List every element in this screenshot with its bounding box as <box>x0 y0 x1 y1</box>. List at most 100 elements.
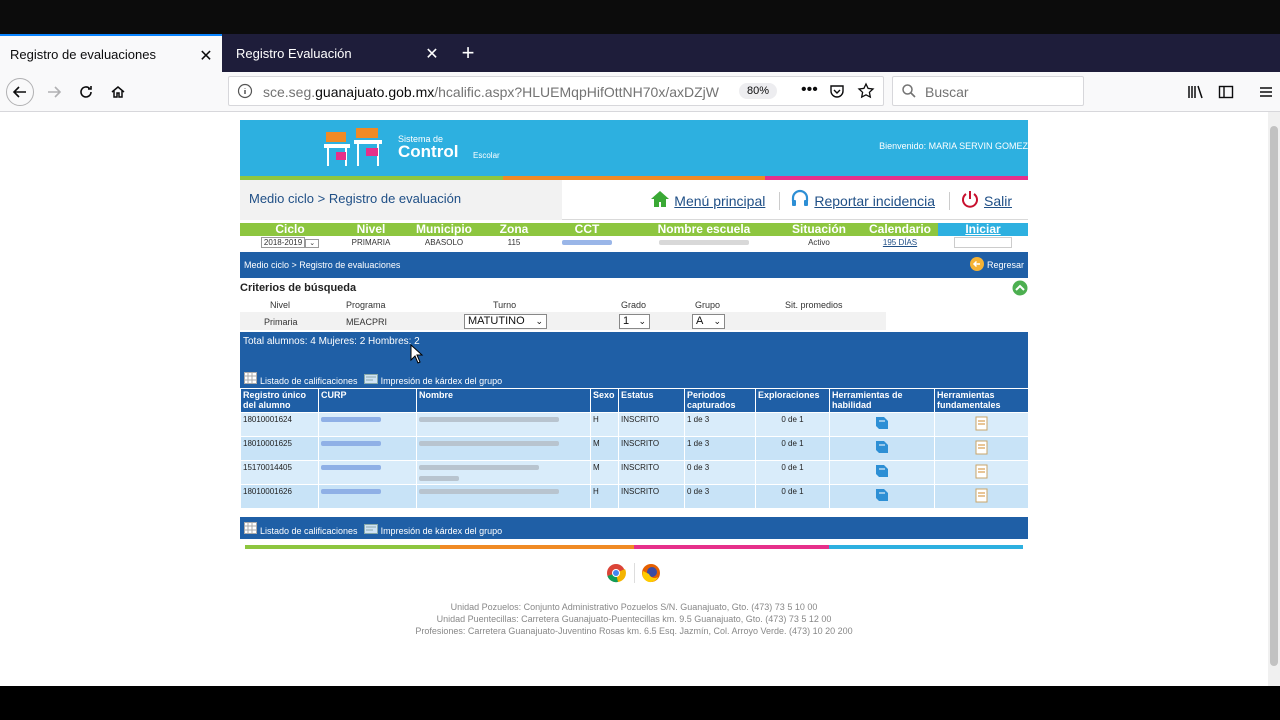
library-icon[interactable] <box>1182 78 1210 106</box>
ciclo-select[interactable]: 2018-2019 ⌄ <box>240 236 340 249</box>
back-link[interactable]: Regresar <box>969 257 1024 273</box>
info-icon[interactable] <box>237 83 253 104</box>
home-icon[interactable] <box>104 78 132 106</box>
start-link[interactable]: Iniciar <box>938 223 1028 236</box>
tab-registro-evaluacion[interactable]: Registro Evaluación ✕ <box>226 34 448 72</box>
main-menu-link[interactable]: Menú principal <box>674 193 765 209</box>
search-icon <box>901 83 917 104</box>
back-arrow-icon[interactable] <box>6 78 34 106</box>
collapse-up-icon[interactable] <box>1012 280 1028 301</box>
exit-link[interactable]: Salir <box>984 193 1012 209</box>
home-green-icon[interactable] <box>650 190 670 211</box>
fundamentals-tool-icon[interactable] <box>934 460 1029 485</box>
footer-line: Unidad Pozuelos: Conjunto Administrativo… <box>450 602 818 612</box>
periodos-cell: 1 de 3 <box>684 412 756 437</box>
col-habilidad: Herramientas de habilidad <box>829 388 935 413</box>
sexo-cell: M <box>590 460 619 485</box>
criteria-row-bg <box>240 312 886 330</box>
vertical-scrollbar[interactable] <box>1268 112 1280 686</box>
table-header-row: Registro único del alumno CURP Nombre Se… <box>240 388 1029 413</box>
fundamentals-tool-icon[interactable] <box>934 436 1029 461</box>
table-row: 15170014405 M INSCRITO 0 de 3 0 de 1 <box>240 460 1029 485</box>
footer-addresses: Unidad Pozuelos: Conjunto Administrativo… <box>240 601 1028 637</box>
curp-link-redacted[interactable] <box>318 484 417 509</box>
forward-arrow-icon[interactable] <box>40 78 68 106</box>
info-value-row: 2018-2019 ⌄ PRIMARIA ABASOLO 115 Activo 1… <box>240 236 1028 249</box>
sub-navigation: Medio ciclo > Registro de evaluación Men… <box>240 180 1028 220</box>
col-curp: CURP <box>318 388 417 413</box>
firefox-icon[interactable] <box>641 563 661 588</box>
exploraciones-cell: 0 de 1 <box>755 436 830 461</box>
sexo-cell: M <box>590 436 619 461</box>
info-header-nivel: Nivel <box>356 222 386 236</box>
section-bar: Medio ciclo > Registro de evaluaciones R… <box>240 252 1028 278</box>
col-nombre: Nombre <box>416 388 591 413</box>
close-tab-icon[interactable]: ✕ <box>424 44 440 64</box>
divider <box>779 191 781 210</box>
start-field[interactable] <box>938 236 1028 249</box>
grado-select[interactable]: 1 ⌄ <box>619 314 650 329</box>
back-circle-icon <box>969 257 984 273</box>
label-grupo: Grupo <box>695 300 721 310</box>
skills-tool-icon[interactable] <box>829 484 935 509</box>
exploraciones-cell: 0 de 1 <box>755 484 830 509</box>
skills-tool-icon[interactable] <box>829 460 935 485</box>
curp-link-redacted[interactable] <box>318 436 417 461</box>
grupo-select[interactable]: A ⌄ <box>692 314 725 329</box>
school-desks-logo-icon <box>322 126 388 170</box>
info-header-row: Ciclo Nivel Municipio Zona CCT Nombre es… <box>240 223 1028 236</box>
curp-link-redacted[interactable] <box>318 460 417 485</box>
table-row: 18010001624 H INSCRITO 1 de 3 0 de 1 <box>240 412 1029 437</box>
nombre-redacted <box>416 460 591 485</box>
zoom-level-badge[interactable]: 80% <box>739 83 778 99</box>
hamburger-menu-icon[interactable] <box>1252 78 1280 106</box>
zona-value: 115 <box>507 238 521 247</box>
kardex-print-link[interactable]: Impresión de kárdex del grupo <box>363 524 502 536</box>
logo-suffix: Escolar <box>473 151 500 160</box>
power-icon[interactable] <box>960 189 980 212</box>
tab-registro-evaluaciones[interactable]: Registro de evaluaciones ✕ <box>0 34 222 72</box>
logo-title: Control <box>398 142 459 161</box>
reload-icon[interactable] <box>72 78 100 106</box>
pocket-icon[interactable] <box>829 83 845 104</box>
situacion-value: Activo <box>808 238 830 247</box>
report-incident-link[interactable]: Reportar incidencia <box>814 193 935 209</box>
info-header-cct: CCT <box>574 222 600 236</box>
headset-icon[interactable] <box>790 189 810 212</box>
tab-label: Registro de evaluaciones <box>10 46 156 62</box>
scrollbar-thumb[interactable] <box>1270 126 1278 666</box>
bookmark-star-icon[interactable] <box>857 82 875 105</box>
grades-list-link[interactable]: Listado de calificaciones <box>244 372 358 386</box>
mouse-cursor-icon <box>410 343 424 369</box>
chrome-icon[interactable] <box>606 563 626 588</box>
col-estatus: Estatus <box>618 388 685 413</box>
fundamentals-tool-icon[interactable] <box>934 412 1029 437</box>
registro-cell: 18010001625 <box>240 436 319 461</box>
curp-link-redacted[interactable] <box>318 412 417 437</box>
fundamentals-tool-icon[interactable] <box>934 484 1029 509</box>
new-tab-plus-icon[interactable]: + <box>456 40 480 66</box>
info-header-ciclo: Ciclo <box>275 222 305 236</box>
kardex-print-link[interactable]: Impresión de kárdex del grupo <box>363 374 502 386</box>
page-actions-icon[interactable]: ••• <box>801 81 818 99</box>
grades-list-link[interactable]: Listado de calificaciones <box>244 522 358 536</box>
url-bar[interactable]: sce.seg.guanajuato.gob.mx/hcalific.aspx?… <box>228 76 884 106</box>
close-tab-icon[interactable]: ✕ <box>198 46 214 66</box>
breadcrumb: Medio ciclo > Registro de evaluación <box>249 191 462 206</box>
skills-tool-icon[interactable] <box>829 412 935 437</box>
sidebar-toggle-icon[interactable] <box>1212 78 1240 106</box>
skills-tool-icon[interactable] <box>829 436 935 461</box>
totals-text: Total alumnos: 4 Mujeres: 2 Hombres: 2 <box>243 336 420 347</box>
page-viewport: Sistema de Control Escolar Bienvenido: M… <box>0 112 1268 686</box>
supported-browsers <box>240 549 1028 595</box>
sce-page: Sistema de Control Escolar Bienvenido: M… <box>240 120 1029 637</box>
tab-strip: Registro de evaluaciones ✕ Registro Eval… <box>0 34 1280 72</box>
periodos-cell: 0 de 3 <box>684 484 756 509</box>
info-header-municipio: Municipio <box>416 222 472 236</box>
calendario-link[interactable]: 195 DÍAS <box>862 236 938 249</box>
sexo-cell: H <box>590 484 619 509</box>
turno-select[interactable]: MATUTINO ⌄ <box>464 314 547 329</box>
search-bar[interactable]: Buscar <box>892 76 1084 106</box>
search-placeholder: Buscar <box>925 84 969 100</box>
school-name-redacted <box>632 236 776 249</box>
